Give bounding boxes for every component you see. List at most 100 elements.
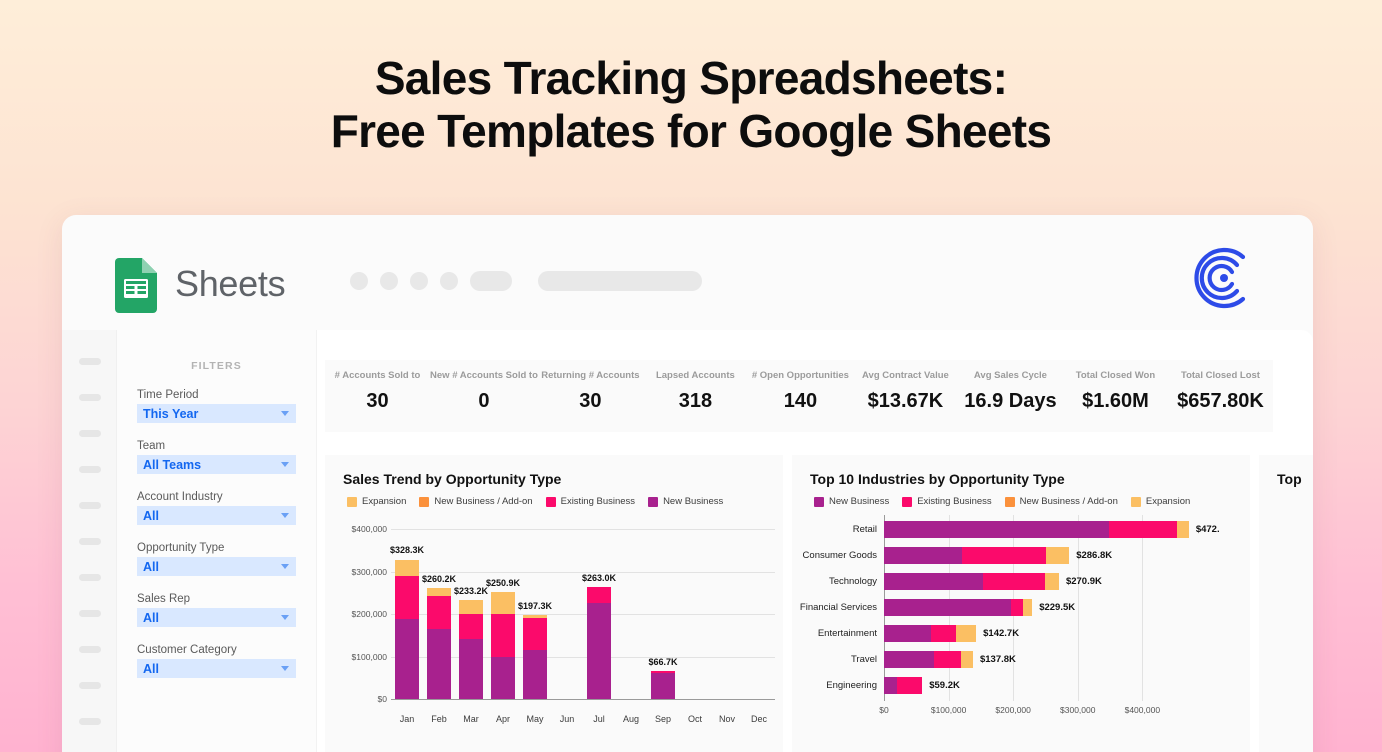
filter-label: Opportunity Type bbox=[137, 542, 225, 554]
filter-select-sales-rep[interactable]: All bbox=[137, 608, 296, 627]
bar-column[interactable]: $233.2K Mar bbox=[454, 529, 488, 724]
legend-item[interactable]: Existing Business bbox=[902, 496, 992, 507]
bar-value-label: $229.5K bbox=[1039, 602, 1076, 613]
filter-value: All bbox=[143, 661, 159, 676]
filter-value: This Year bbox=[143, 406, 199, 421]
bar-segment bbox=[884, 625, 932, 642]
legend-item[interactable]: New Business / Add-on bbox=[419, 496, 533, 507]
kpi-value: $13.67K bbox=[867, 390, 944, 412]
bar-segment bbox=[1176, 521, 1189, 538]
x-axis-tick-label: Sep bbox=[654, 714, 671, 724]
x-axis-tick-label: $100,000 bbox=[930, 705, 967, 715]
filter-customer-category: Customer Category All bbox=[137, 627, 296, 678]
bar-column[interactable]: $328.3K Jan bbox=[390, 529, 424, 724]
stacked-bar[interactable] bbox=[651, 670, 675, 699]
industry-row[interactable]: Consumer Goods $286.8K bbox=[792, 545, 1250, 566]
row-rail[interactable] bbox=[62, 330, 117, 752]
legend-label: Expansion bbox=[362, 496, 407, 507]
industry-row[interactable]: Travel $137.8K bbox=[792, 649, 1250, 670]
industry-row[interactable]: Engineering $59.2K bbox=[792, 675, 1250, 696]
industry-label: Travel bbox=[850, 654, 877, 665]
filter-select-time-period[interactable]: This Year bbox=[137, 404, 296, 423]
legend-item[interactable]: Expansion bbox=[1130, 496, 1190, 507]
filter-label: Sales Rep bbox=[137, 593, 191, 605]
bar-value-label: $66.7K bbox=[648, 656, 678, 667]
bar-column[interactable]: Aug bbox=[615, 529, 647, 724]
industry-row[interactable]: Technology $270.9K bbox=[792, 571, 1250, 592]
x-axis-tick-label: Jun bbox=[559, 714, 575, 724]
bar-column[interactable]: $250.9K Apr bbox=[486, 529, 520, 724]
chevron-down-icon bbox=[281, 615, 289, 620]
app-window: Sheets FILTERS Time Period This Year Tea… bbox=[62, 215, 1313, 752]
rail-row-placeholder bbox=[79, 466, 101, 473]
bar-segment bbox=[961, 547, 1047, 564]
filter-label: Account Industry bbox=[137, 491, 223, 503]
bar-segment bbox=[884, 547, 962, 564]
rail-row-placeholder bbox=[79, 574, 101, 581]
bar-segment bbox=[1022, 599, 1033, 616]
stacked-bar[interactable] bbox=[884, 677, 923, 694]
stacked-bar[interactable] bbox=[884, 599, 1033, 616]
filter-select-account-industry[interactable]: All bbox=[137, 506, 296, 525]
menu-placeholder-5 bbox=[470, 271, 512, 291]
legend-item[interactable]: New Business / Add-on bbox=[1004, 496, 1118, 507]
kpi-value: $1.60M bbox=[1082, 390, 1149, 412]
filter-label: Customer Category bbox=[137, 644, 237, 656]
stacked-bar[interactable] bbox=[884, 547, 1070, 564]
chart-legend: New Business Existing Business New Busines… bbox=[792, 487, 1250, 507]
stacked-bar[interactable] bbox=[884, 521, 1189, 538]
legend-item[interactable]: New Business bbox=[648, 496, 723, 507]
legend-item[interactable]: Expansion bbox=[347, 496, 406, 507]
bar-column[interactable]: $66.7K Sep bbox=[647, 529, 679, 724]
bar-column[interactable]: $260.2K Feb bbox=[422, 529, 456, 724]
legend-swatch-icon bbox=[648, 496, 659, 507]
stacked-bar[interactable] bbox=[427, 588, 451, 699]
kpi-label: Returning # Accounts bbox=[541, 370, 640, 381]
stacked-bar[interactable] bbox=[523, 615, 547, 699]
legend-item[interactable]: New Business bbox=[814, 496, 889, 507]
stacked-bar[interactable] bbox=[587, 587, 611, 699]
bar-column[interactable]: $197.3K May bbox=[518, 529, 552, 724]
stacked-bar[interactable] bbox=[395, 559, 419, 699]
legend-swatch-icon bbox=[545, 496, 556, 507]
bar-column[interactable]: Nov bbox=[711, 529, 743, 724]
bar-segment bbox=[884, 599, 1011, 616]
stacked-bar[interactable] bbox=[459, 599, 483, 699]
filter-select-opportunity-type[interactable]: All bbox=[137, 557, 296, 576]
x-axis-tick-label: Nov bbox=[718, 714, 735, 724]
filter-opportunity-type: Opportunity Type All bbox=[137, 525, 296, 576]
kpi-value: 16.9 Days bbox=[964, 390, 1057, 412]
bar-segment bbox=[884, 677, 897, 694]
filter-sales-rep: Sales Rep All bbox=[137, 576, 296, 627]
bar-column[interactable]: Dec bbox=[743, 529, 775, 724]
bar-value-label: $263.0K bbox=[581, 573, 617, 584]
stacked-bar[interactable] bbox=[884, 573, 1059, 590]
y-axis-tick-label: $100,000 bbox=[351, 651, 387, 662]
bar-value-label: $142.7K bbox=[983, 628, 1020, 639]
rail-row-placeholder bbox=[79, 502, 101, 509]
stacked-bar[interactable] bbox=[884, 651, 973, 668]
legend-swatch-icon bbox=[347, 496, 357, 507]
filter-select-customer-category[interactable]: All bbox=[137, 659, 296, 678]
legend-item[interactable]: Existing Business bbox=[545, 496, 635, 507]
rail-row-placeholder bbox=[79, 646, 101, 653]
stacked-bar[interactable] bbox=[491, 592, 515, 699]
google-sheets-icon bbox=[115, 258, 157, 313]
x-axis-tick-label: $200,000 bbox=[995, 705, 1031, 715]
x-axis-tick-label: $300,000 bbox=[1060, 705, 1096, 715]
rail-row-placeholder bbox=[79, 718, 101, 725]
industry-row[interactable]: Financial Services $229.5K bbox=[792, 597, 1250, 618]
y-axis-tick-label: $0 bbox=[377, 694, 387, 704]
top-industries-chart: $0 $100,000 $200,000 $300,000 $400,000 Retail… bbox=[792, 515, 1250, 745]
bar-column[interactable]: $263.0K Jul bbox=[581, 529, 617, 724]
bar-column[interactable]: Oct bbox=[679, 529, 711, 724]
filter-value: All bbox=[143, 610, 159, 625]
filter-select-team[interactable]: All Teams bbox=[137, 455, 296, 474]
x-axis-tick-label: $0 bbox=[879, 705, 889, 715]
stacked-bar[interactable] bbox=[884, 625, 977, 642]
industry-row[interactable]: Retail $472. bbox=[792, 519, 1250, 540]
kpi-label: Total Closed Won bbox=[1075, 370, 1156, 381]
industry-row[interactable]: Entertainment $142.7K bbox=[792, 623, 1250, 644]
bar-segment bbox=[1010, 599, 1023, 616]
bar-column[interactable]: Jun bbox=[551, 529, 583, 724]
